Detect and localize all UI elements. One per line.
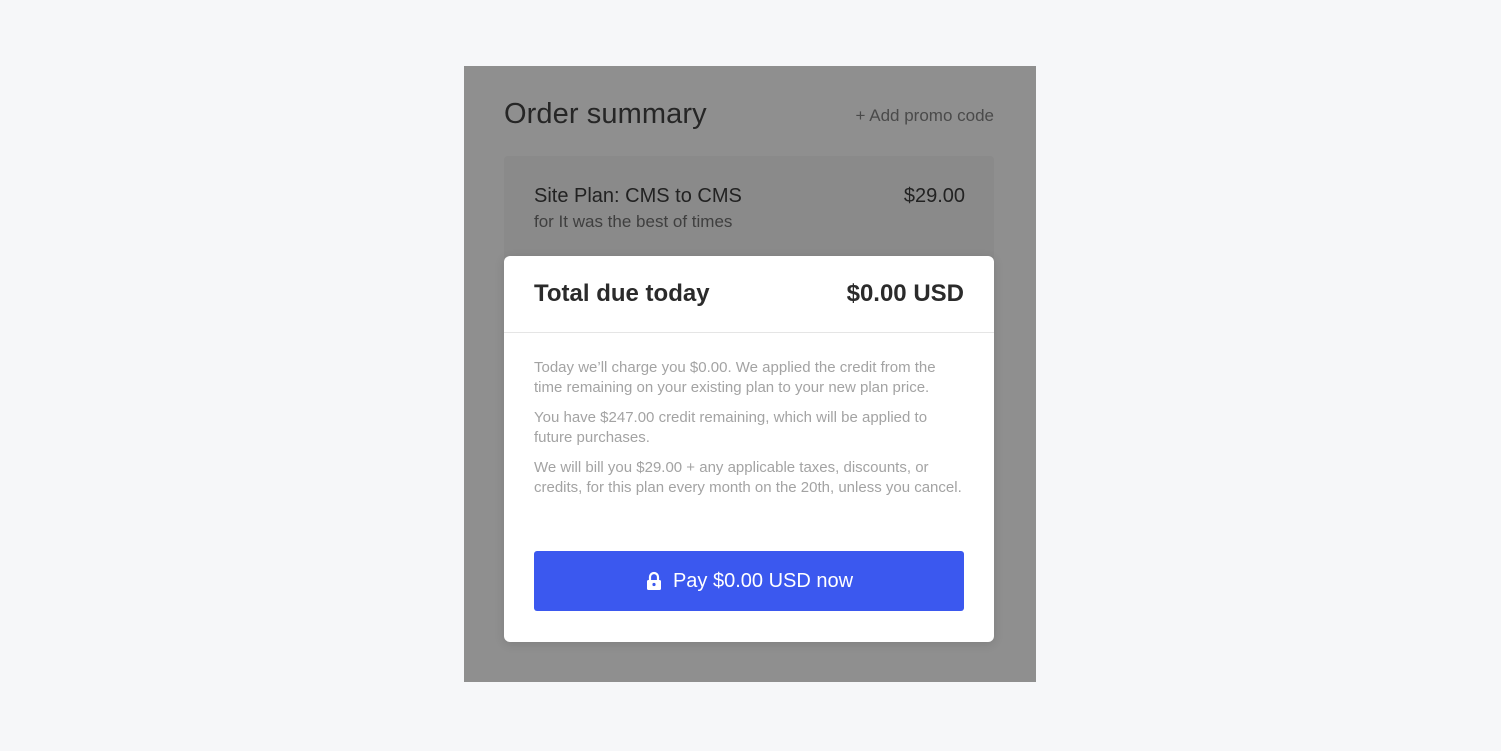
billing-note: We will bill you $29.00 + any applicable… <box>534 459 962 496</box>
pay-button-label: Pay $0.00 USD now <box>672 569 854 592</box>
line-item-price: $29.00 <box>903 185 965 207</box>
credit-note: You have $247.00 credit remaining, which… <box>534 409 928 446</box>
lock-icon <box>645 571 663 591</box>
modal-header: Total due today $0.00 USD <box>504 256 994 333</box>
line-item-card: Site Plan: CMS to CMS for It was the bes… <box>504 156 994 266</box>
modal-body: Today we’ll charge you $0.00. We applied… <box>504 333 994 498</box>
order-summary-title: Order summary <box>504 98 707 130</box>
total-due-label: Total due today <box>534 280 710 307</box>
charge-note: Today we’ll charge you $0.00. We applied… <box>534 359 936 396</box>
add-promo-code-link[interactable]: + Add promo code <box>856 106 994 126</box>
pay-button[interactable]: Pay $0.00 USD now <box>534 551 964 611</box>
line-item-subtitle: for It was the best of times <box>534 212 733 231</box>
total-due-modal: Total due today $0.00 USD Today we’ll ch… <box>504 256 994 642</box>
total-due-value: $0.00 USD <box>846 280 964 307</box>
line-item-name: Site Plan: CMS to CMS <box>534 185 742 207</box>
